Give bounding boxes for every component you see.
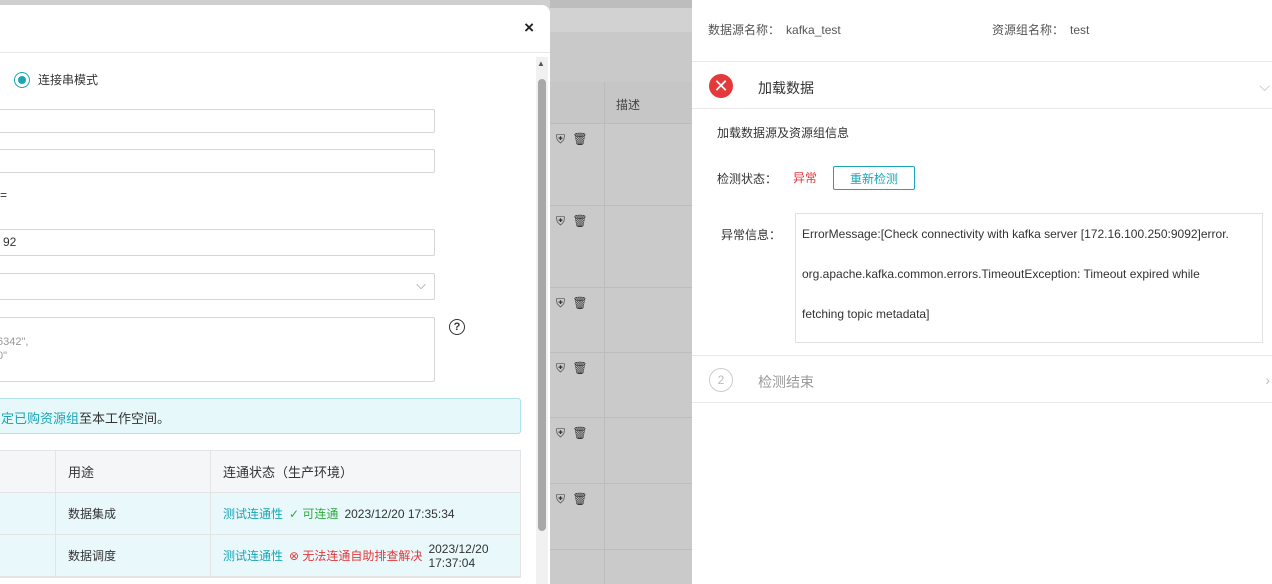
scroll-up-arrow-icon[interactable]: ▲ (537, 59, 545, 68)
usage-cell: 数据调度 (68, 549, 117, 563)
chevron-right-icon[interactable]: › (1265, 372, 1270, 388)
column-header-usage: 用途 (68, 465, 95, 480)
divider (692, 61, 1272, 62)
radio-label: 连接串模式 (38, 73, 99, 87)
status-time: 2023/12/20 17:35:34 (344, 506, 455, 521)
error-circle-icon: ⊗ (289, 549, 300, 563)
background-table-header: 描述 (550, 82, 692, 124)
status-time: 2023/12/20 17:37:04 (428, 541, 489, 570)
divider (692, 402, 1272, 403)
error-line-1: ErrorMessage:[Check connectivity with ka… (802, 227, 1229, 241)
resource-group-table: 用途 连通状态（生产环境） 数据集成 测试连通性 ✓ 可连通 2023/12/2… (0, 450, 521, 578)
row-action-icons: ⛨ 🗑 (556, 296, 590, 310)
row-action-icons: ⛨ 🗑 (556, 492, 590, 506)
background-band (550, 8, 692, 32)
port-field-value: 92 (3, 235, 17, 249)
textarea-line-2: 0" (0, 350, 8, 362)
resource-group-name-value: test (1070, 23, 1090, 37)
resource-group-notice: 定已购资源组至本工作空间。 (0, 398, 521, 434)
connectivity-cell: 测试连通性 ⊗ 无法连通自助排查解决 2023/12/20 17:37:04 (223, 535, 498, 576)
recheck-button[interactable]: 重新检测 (833, 166, 915, 190)
background-row: ⛨ 🗑 (550, 353, 692, 418)
datasource-name: 数据源名称： kafka_test (708, 23, 841, 37)
table-row: 数据集成 测试连通性 ✓ 可连通 2023/12/20 17:35:34 (0, 493, 520, 535)
step-1-subtitle: 加载数据源及资源组信息 (717, 126, 850, 140)
modal-header: × (0, 5, 550, 53)
table-header: 用途 连通状态（生产环境） (0, 451, 520, 493)
connectivity-check-drawer: 数据源名称： kafka_test 资源组名称： test ✕ 加载数据 ⌵ 加载数… (692, 0, 1272, 584)
connection-string-mode-radio[interactable]: 连接串模式 (14, 71, 98, 88)
port-field[interactable]: 92 (0, 229, 435, 256)
error-info-label: 异常信息： (721, 228, 782, 242)
row-action-icons: ⛨ 🗑 (556, 426, 590, 440)
background-table: 描述 ⛨ 🗑 ⛨ 🗑 ⛨ 🗑 ⛨ 🗑 ⛨ 🗑 ⛨ 🗑 (550, 82, 692, 584)
row-action-icons: ⛨ 🗑 (556, 132, 590, 146)
background-row: ⛨ 🗑 (550, 288, 692, 353)
status-ok: ✓ 可连通 (289, 507, 339, 521)
chevron-down-icon[interactable]: ⌵ (1259, 78, 1270, 95)
error-message-box: ErrorMessage:[Check connectivity with ka… (795, 213, 1263, 343)
check-status-label: 检测状态： (717, 172, 778, 186)
test-connectivity-link[interactable]: 测试连通性 (223, 505, 283, 522)
datasource-name-value: kafka_test (786, 23, 841, 37)
chevron-down-icon: ⌵ (416, 277, 426, 292)
error-line-2: org.apache.kafka.common.errors.TimeoutEx… (802, 267, 1200, 281)
error-line-3: fetching topic metadata] (802, 307, 930, 321)
datasource-modal: × 连接串模式 = 92 ⌵ 6342", 0" ? 定已购资源组至本工作空间。… (0, 5, 550, 584)
column-header-description: 描述 (616, 98, 641, 112)
field-label-fragment: = (0, 188, 8, 202)
radio-selected-icon[interactable] (14, 71, 30, 88)
background-row: ⛨ 🗑 (550, 418, 692, 484)
table-row: 数据调度 测试连通性 ⊗ 无法连通自助排查解决 2023/12/20 17:37… (0, 535, 520, 577)
resource-group-name: 资源组名称： test (992, 23, 1090, 37)
row-action-icons: ⛨ 🗑 (556, 214, 590, 228)
background-row: ⛨ 🗑 (550, 206, 692, 288)
check-circle-icon: ✓ (289, 507, 300, 521)
notice-text: 至本工作空间。 (79, 411, 171, 426)
connectivity-cell: 测试连通性 ✓ 可连通 2023/12/20 17:35:34 (223, 493, 455, 534)
error-x-icon: ✕ (709, 74, 733, 98)
row-action-icons: ⛨ 🗑 (556, 361, 590, 375)
divider (692, 108, 1272, 109)
divider (692, 355, 1272, 356)
close-icon[interactable]: × (524, 18, 534, 38)
status-error[interactable]: ⊗ 无法连通自助排查解决 (289, 547, 422, 564)
text-field-1[interactable] (0, 109, 435, 133)
step-1-title[interactable]: 加载数据 (758, 78, 814, 98)
select-field[interactable]: ⌵ (0, 273, 435, 300)
test-connectivity-link[interactable]: 测试连通性 (223, 547, 283, 564)
step-2-number: 2 (709, 368, 733, 392)
text-field-2[interactable] (0, 149, 435, 173)
background-topbar (550, 0, 692, 8)
check-status-value: 异常 (793, 171, 818, 185)
scrollbar-thumb[interactable] (538, 79, 546, 531)
textarea-line-1: 6342", (0, 336, 29, 348)
help-icon[interactable]: ? (449, 319, 465, 335)
step-2-title[interactable]: 检测结束 (758, 372, 814, 392)
background-row: ⛨ 🗑 (550, 484, 692, 550)
bind-resource-group-link[interactable]: 定已购资源组 (1, 411, 79, 426)
background-page: 描述 ⛨ 🗑 ⛨ 🗑 ⛨ 🗑 ⛨ 🗑 ⛨ 🗑 ⛨ 🗑 (550, 0, 692, 584)
usage-cell: 数据集成 (68, 507, 117, 521)
column-header-connectivity: 连通状态（生产环境） (223, 465, 354, 480)
background-row: ⛨ 🗑 (550, 124, 692, 206)
config-textarea[interactable]: 6342", 0" (0, 317, 435, 382)
